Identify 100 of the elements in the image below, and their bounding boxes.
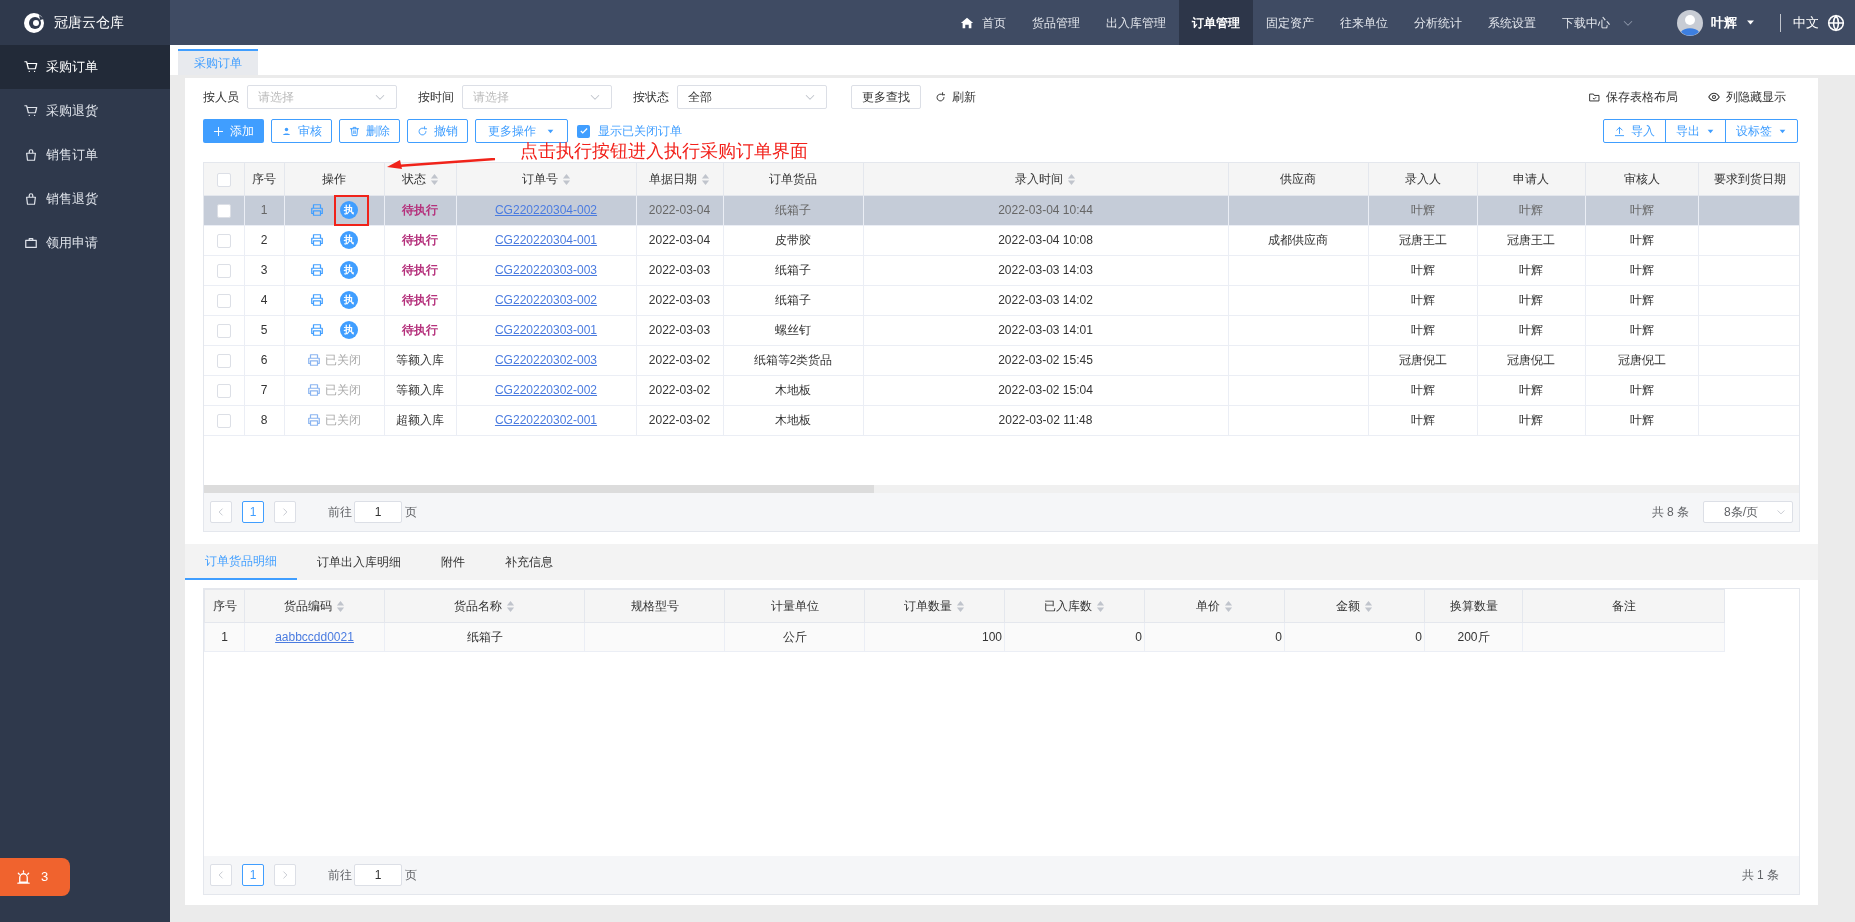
column-header[interactable]: 规格型号 [584,589,725,623]
column-header[interactable]: 订单数量 [864,589,1005,623]
column-header[interactable]: 订单号 [456,163,636,195]
total-count: 共 1 条 [1741,867,1779,884]
table-cell: 叶辉 [1477,315,1585,345]
column-visibility-button[interactable]: 列隐藏显示 [1708,88,1786,106]
table-row[interactable]: 4 执 待执行 CG220220303-002 2022-03-03 纸箱子 2022-03-03 14:02 叶辉 叶辉 叶辉 [204,285,1799,315]
nav-item[interactable]: 固定资产 [1253,0,1327,45]
column-header[interactable]: 计量单位 [724,589,865,623]
column-header[interactable]: 录入时间 [863,163,1228,195]
sidebar-item[interactable]: 采购退货 [0,89,170,133]
previous-page-button[interactable] [210,864,232,886]
table-cell: 冠唐王工 [1477,225,1585,255]
nav-item[interactable]: 往来单位 [1327,0,1401,45]
print-button[interactable] [310,203,324,217]
nav-item[interactable]: 订单管理 [1179,0,1253,45]
sidebar-item[interactable]: 领用申请 [0,221,170,265]
order-number-link[interactable]: CG220220302-001 [494,413,598,427]
print-button[interactable] [310,293,324,307]
table-row[interactable]: 2 执 待执行 CG220220304-001 2022-03-04 皮带胶 2022-03-04 10:08 成都供应商 冠唐王工 冠唐王工 叶辉 [204,225,1799,255]
order-number-link[interactable]: CG220220302-003 [494,353,598,367]
sidebar-item[interactable]: 采购订单 [0,45,170,89]
column-header[interactable]: 单价 [1144,589,1285,623]
detail-tab[interactable]: 订单出入库明细 [297,544,421,580]
checkbox[interactable] [216,233,231,248]
previous-page-button[interactable] [210,501,232,523]
nav-item[interactable]: 货品管理 [1019,0,1093,45]
column-header[interactable]: 供应商 [1228,163,1368,195]
detail-tab[interactable]: 附件 [421,544,485,580]
column-header[interactable]: 操作 [284,163,384,195]
table-cell: 叶辉 [1585,195,1698,225]
column-header[interactable]: 单据日期 [636,163,723,195]
page-size-select[interactable]: 8条/页 [1703,501,1793,523]
nav-item[interactable]: 出入库管理 [1093,0,1179,45]
nav-item[interactable]: 分析统计 [1401,0,1475,45]
table-cell: 纸箱子 [384,622,585,652]
column-header[interactable]: 要求到货日期 [1698,163,1799,195]
column-header[interactable]: 已入库数 [1004,589,1145,623]
next-page-button[interactable] [274,864,296,886]
checkbox[interactable] [216,263,231,278]
column-header[interactable]: 序号 [244,163,284,195]
column-header[interactable]: 货品名称 [384,589,585,623]
checkbox[interactable] [216,293,231,308]
print-button[interactable] [310,233,324,247]
order-number-link[interactable]: CG220220303-003 [494,263,598,277]
detail-tab[interactable]: 补充信息 [485,544,573,580]
table-row[interactable]: 1 执 待执行 CG220220304-002 2022-03-04 纸箱子 2022-03-04 10:44 叶辉 叶辉 叶辉 [204,195,1799,225]
refresh-button[interactable]: 刷新 [935,88,976,106]
next-page-button[interactable] [274,501,296,523]
language-label[interactable]: 中文 [1793,12,1819,33]
checkbox[interactable] [216,383,231,398]
order-number-link[interactable]: CG220220303-001 [494,323,598,337]
column-header[interactable]: 序号 [204,589,245,623]
print-button[interactable] [310,263,324,277]
column-header[interactable]: 换算数量 [1424,589,1523,623]
print-button[interactable] [307,383,321,397]
status-cell: 待执行 [384,315,456,345]
table-row[interactable]: 3 执 待执行 CG220220303-003 2022-03-03 纸箱子 2022-03-03 14:03 叶辉 叶辉 叶辉 [204,255,1799,285]
sidebar-item[interactable]: 销售订单 [0,133,170,177]
checkbox[interactable] [216,353,231,368]
more-search-button[interactable]: 更多查找 [851,85,921,109]
column-header[interactable]: 审核人 [1585,163,1698,195]
table-row[interactable]: 7 已关闭 等额入库 CG220220302-002 2022-03-02 木地板 2022-03-02 15:04 叶辉 叶辉 叶辉 [204,375,1799,405]
table-cell: 叶辉 [1368,255,1477,285]
print-button[interactable] [310,323,324,337]
column-header[interactable]: 申请人 [1477,163,1585,195]
table-cell: 叶辉 [1477,405,1585,435]
order-number-link[interactable]: CG220220303-002 [494,293,598,307]
checkbox[interactable] [216,203,231,218]
column-header[interactable]: 货品编码 [244,589,385,623]
user-menu[interactable]: 叶辉 [1711,12,1756,33]
checkbox[interactable] [216,323,231,338]
column-header[interactable]: 金额 [1284,589,1425,623]
scrollbar-thumb[interactable] [204,485,874,493]
select-field[interactable]: 全部 [677,85,827,109]
table-cell: 2022-03-02 11:48 [863,405,1228,435]
print-button[interactable] [307,353,321,367]
nav-item[interactable]: 首页 [947,0,1019,45]
column-header[interactable]: 订单货品 [723,163,863,195]
order-number-link[interactable]: CG220220302-002 [494,383,598,397]
column-header[interactable]: 录入人 [1368,163,1477,195]
table-row[interactable]: 8 已关闭 超额入库 CG220220302-001 2022-03-02 木地板 2022-03-02 11:48 叶辉 叶辉 叶辉 [204,405,1799,435]
printer-icon [310,233,324,247]
home-icon [960,15,974,30]
scrollbar-track[interactable] [204,485,1799,493]
print-button[interactable] [307,413,321,427]
nav-item[interactable]: 下载中心 [1549,0,1647,45]
checkbox[interactable] [216,413,231,428]
page-input[interactable]: 1 [354,501,402,523]
table-row[interactable]: 6 已关闭 等额入库 CG220220302-003 2022-03-02 纸箱等2类货品 2022-03-02 15:45 冠唐倪工 冠唐倪工 冠唐倪工 [204,345,1799,375]
column-header[interactable]: 备注 [1522,589,1725,623]
save-layout-button[interactable]: 保存表格布局 [1589,88,1678,106]
page-input[interactable]: 1 [354,864,402,886]
checkbox[interactable] [216,172,231,187]
order-number-link[interactable]: CG220220304-001 [494,233,598,247]
nav-item[interactable]: 系统设置 [1475,0,1549,45]
table-row[interactable]: 5 执 待执行 CG220220303-001 2022-03-03 螺丝钉 2022-03-03 14:01 叶辉 叶辉 叶辉 [204,315,1799,345]
sidebar-item[interactable]: 销售退货 [0,177,170,221]
checkbox[interactable] [577,124,590,138]
globe-icon[interactable] [1827,13,1845,32]
